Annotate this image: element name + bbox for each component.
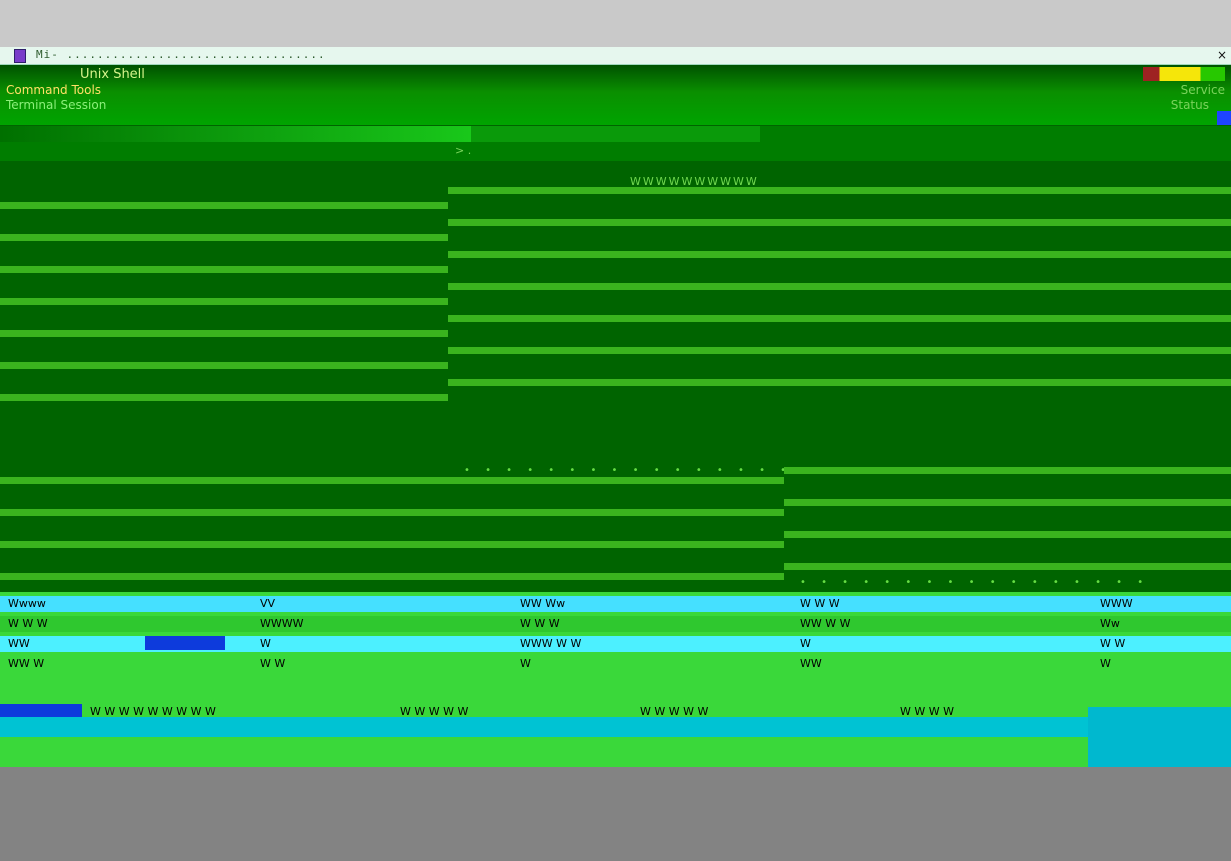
app-window: Mi- .................................. ×… bbox=[0, 47, 1231, 767]
mid-panel-a bbox=[0, 477, 784, 587]
dotted-divider-b: • • • • • • • • • • • • • • • • • bbox=[800, 577, 1150, 588]
desktop-footer bbox=[0, 767, 1231, 861]
table-cell: WW W bbox=[8, 657, 45, 670]
blue-square-icon[interactable] bbox=[1217, 111, 1231, 125]
left-panel bbox=[0, 202, 448, 412]
taskbar[interactable] bbox=[0, 717, 1088, 737]
selected-cell[interactable] bbox=[0, 704, 82, 718]
mid-panel-b bbox=[784, 467, 1231, 577]
table-cell: WWW bbox=[1100, 597, 1133, 610]
header: Unix Shell Command Tools Terminal Sessio… bbox=[0, 65, 1231, 125]
data-table: Wwww VV WW Ww W W W WWW W W W WWWW W W W… bbox=[0, 592, 1231, 767]
table-cell: VV bbox=[260, 597, 276, 610]
selected-cell[interactable] bbox=[145, 636, 225, 650]
progress-fill bbox=[0, 126, 472, 142]
table-cell: W bbox=[1100, 657, 1111, 670]
table-cell: WW bbox=[800, 657, 822, 670]
table-row[interactable]: WW W W W W WW W bbox=[0, 656, 1231, 672]
table-cell: W bbox=[260, 637, 271, 650]
window-title: Mi- .................................. bbox=[36, 48, 326, 61]
table-cell: WW Ww bbox=[520, 597, 566, 610]
app-icon bbox=[14, 49, 26, 63]
table-cell: WW W W bbox=[800, 617, 851, 630]
header-line-1: Command Tools bbox=[6, 83, 102, 97]
table-cell: Ww bbox=[1100, 617, 1120, 630]
table-cell: WW bbox=[8, 637, 30, 650]
table-cell: W W W bbox=[520, 617, 560, 630]
header-right-line-1: Service bbox=[1180, 83, 1225, 97]
status-badge bbox=[1143, 67, 1225, 81]
table-row[interactable]: WW W WWW W W W W W bbox=[0, 636, 1231, 652]
table-cell: W W bbox=[1100, 637, 1126, 650]
table-cell: W bbox=[800, 637, 811, 650]
close-button[interactable]: × bbox=[1215, 47, 1229, 63]
table-cell: W bbox=[520, 657, 531, 670]
progress-track bbox=[0, 126, 760, 142]
header-line-2: Terminal Session bbox=[6, 98, 107, 112]
table-cell: W W bbox=[260, 657, 286, 670]
progress-row: > . bbox=[0, 126, 1231, 161]
table-cell: WWWW bbox=[260, 617, 304, 630]
table-row[interactable]: W W W WWWW W W W WW W W Ww bbox=[0, 616, 1231, 632]
title-bar: Mi- .................................. × bbox=[0, 47, 1231, 65]
progress-label: > . bbox=[455, 144, 472, 157]
taskbar-tray[interactable] bbox=[1088, 707, 1231, 767]
table-cell: Wwww bbox=[8, 597, 46, 610]
header-right-line-2: Status bbox=[1170, 98, 1209, 112]
table-cell: W W W bbox=[800, 597, 840, 610]
table-cell: WWW W W bbox=[520, 637, 582, 650]
brand-title: Unix Shell bbox=[80, 67, 145, 82]
right-panel bbox=[448, 187, 1231, 397]
table-row[interactable]: Wwww VV WW Ww W W W WWW bbox=[0, 596, 1231, 612]
table-cell: W W W bbox=[8, 617, 48, 630]
dotted-divider-a: • • • • • • • • • • • • • • • • bbox=[464, 465, 793, 476]
